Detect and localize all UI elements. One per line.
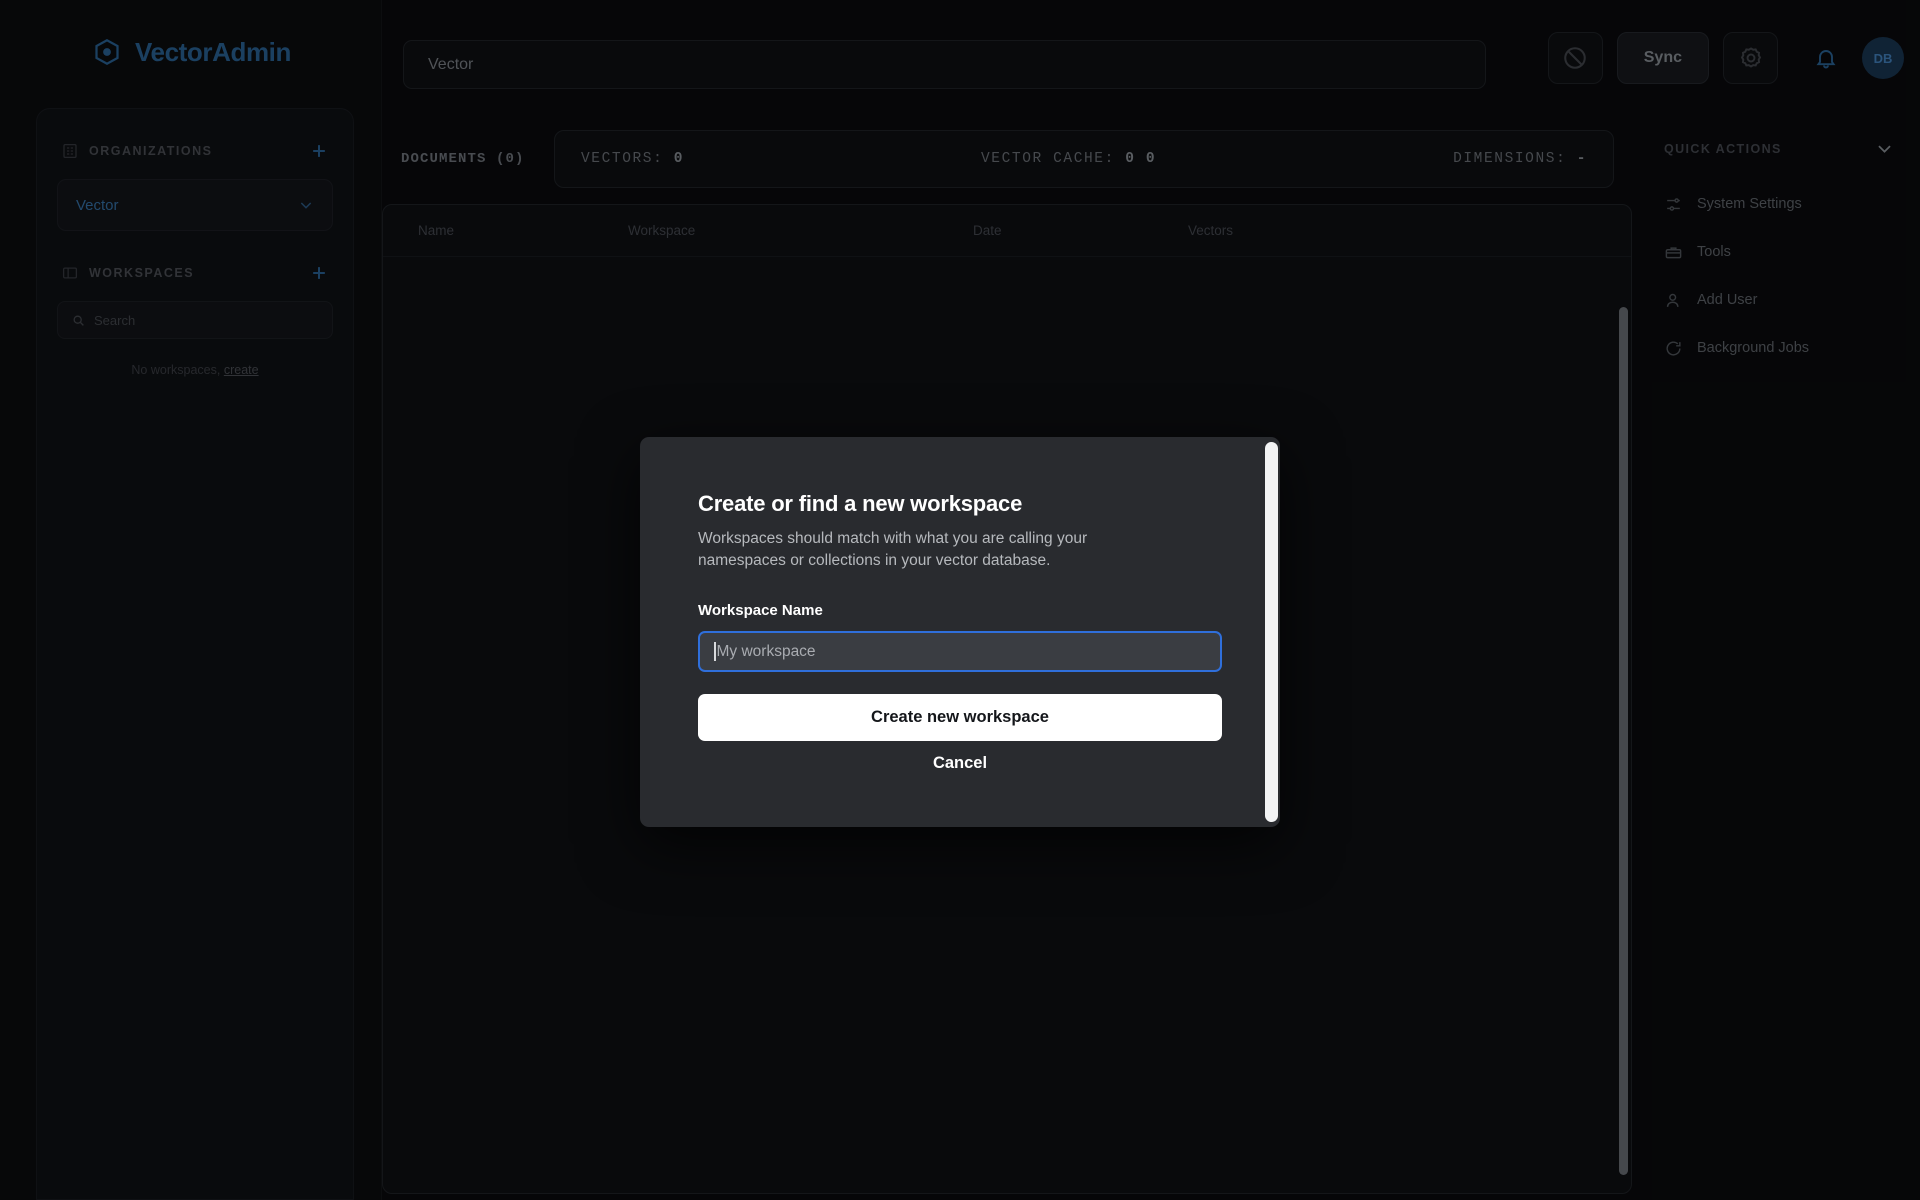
cancel-label: Cancel	[932, 754, 988, 772]
modal-description: Workspaces should match with what you ar…	[698, 530, 1088, 569]
vectoradmin-app: VectorAdmin ORGANIZATIONS Vector WORKSPA…	[0, 0, 1920, 1200]
modal-title: Create or find a new workspace	[698, 491, 1023, 516]
create-new-workspace-button[interactable]: Create new workspace	[698, 694, 1222, 741]
workspace-name-label: Workspace Name	[698, 602, 823, 619]
modal-scrollbar[interactable]	[1265, 442, 1278, 822]
workspace-name-input[interactable]: My workspace	[698, 631, 1222, 672]
create-new-workspace-label: Create new workspace	[871, 708, 1049, 726]
cancel-button[interactable]: Cancel	[698, 754, 1222, 773]
create-workspace-modal: Create or find a new workspace Workspace…	[640, 437, 1280, 827]
modal-body: Create or find a new workspace Workspace…	[640, 437, 1280, 773]
workspace-name-placeholder: My workspace	[716, 642, 816, 660]
text-caret	[714, 642, 716, 661]
